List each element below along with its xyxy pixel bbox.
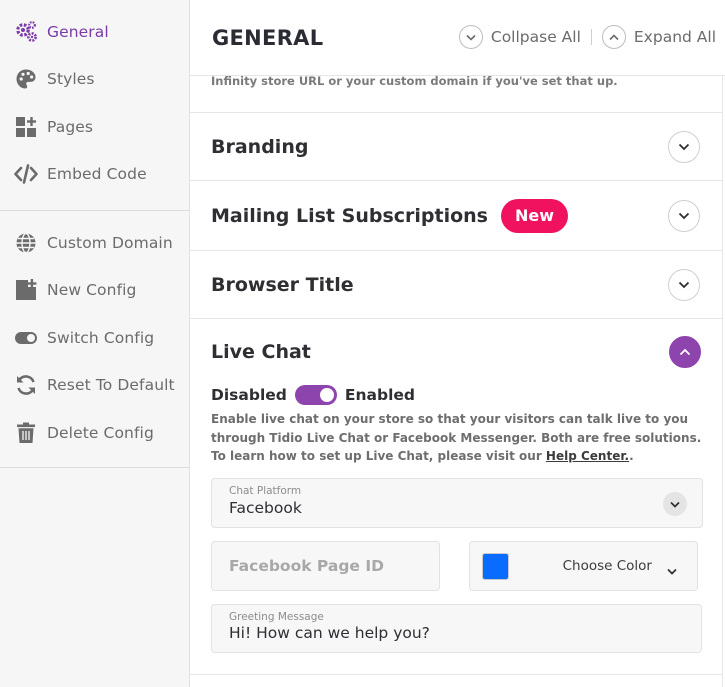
- sidebar-item-delete-config[interactable]: Delete Config: [0, 409, 189, 457]
- color-picker[interactable]: Choose Color: [469, 541, 698, 591]
- section-live-chat: Live Chat Disabled Enabled Enable live c…: [190, 319, 723, 653]
- chevron-down-icon: [678, 281, 690, 288]
- sidebar-item-label: Pages: [47, 117, 94, 136]
- collapse-all-button[interactable]: [458, 25, 483, 49]
- chevron-down-icon: [678, 143, 690, 150]
- sidebar-item-label: General: [47, 22, 109, 41]
- facebook-page-id-input[interactable]: Facebook Page ID: [211, 541, 440, 591]
- live-chat-description: Enable live chat on your store so that y…: [211, 410, 706, 466]
- sidebar-item-reset-to-default[interactable]: Reset To Default: [0, 362, 189, 410]
- section-title: Live Chat: [211, 341, 311, 363]
- collapse-all-label[interactable]: Collpase All: [491, 28, 581, 46]
- greeting-message-value: Hi! How can we help you?: [229, 624, 430, 642]
- greeting-message-input[interactable]: Greeting Message Hi! How can we help you…: [211, 604, 702, 653]
- sidebar-item-embed-code[interactable]: Embed Code: [0, 151, 189, 199]
- color-swatch[interactable]: [482, 553, 509, 580]
- settings-content: Infinity store URL or your custom domain…: [190, 76, 723, 687]
- gears-icon: [14, 20, 38, 44]
- new-config-icon: [14, 278, 38, 302]
- domain-help-text-line: Infinity store URL or your custom domain…: [211, 76, 618, 88]
- expand-mailing-list-button[interactable]: [668, 199, 700, 232]
- main-panel: GENERAL Collpase All Expand All Infinity…: [190, 0, 725, 687]
- sidebar-item-label: Styles: [47, 70, 95, 89]
- section-mailing-list[interactable]: Mailing List Subscriptions New: [190, 181, 722, 251]
- expand-all-label[interactable]: Expand All: [634, 28, 716, 46]
- section-branding[interactable]: Branding: [190, 113, 722, 181]
- section-divider: [190, 674, 723, 675]
- toggle-knob: [319, 388, 334, 402]
- choose-color-label: Choose Color: [562, 558, 652, 574]
- chevron-up-icon: [679, 348, 691, 356]
- expand-branding-button[interactable]: [668, 130, 700, 163]
- pages-grid-icon: [14, 115, 38, 139]
- sidebar-item-label: Delete Config: [47, 423, 154, 442]
- chat-platform-select[interactable]: Chat Platform Facebook: [211, 478, 703, 528]
- chat-platform-value: Facebook: [229, 499, 302, 517]
- chevron-down-icon: [466, 34, 476, 41]
- toggle-off-label: Disabled: [211, 386, 287, 404]
- sidebar-item-pages[interactable]: Pages: [0, 103, 189, 151]
- sidebar-item-switch-config[interactable]: Switch Config: [0, 314, 189, 362]
- live-chat-toggle-row: Disabled Enabled: [211, 384, 702, 406]
- sidebar-item-label: Reset To Default: [47, 376, 175, 395]
- live-chat-toggle[interactable]: [294, 385, 337, 405]
- section-title: Branding: [211, 135, 309, 158]
- expand-all-button[interactable]: [601, 25, 626, 49]
- sidebar-item-label: Embed Code: [47, 165, 147, 184]
- sidebar-item-new-config[interactable]: New Config: [0, 267, 189, 315]
- sidebar-item-label: Custom Domain: [47, 233, 173, 252]
- sidebar-group-primary: General Styles Pages Embed Code: [0, 0, 189, 211]
- collapse-live-chat-button[interactable]: [669, 336, 701, 368]
- help-center-link[interactable]: Help Center.: [546, 449, 629, 463]
- trash-icon: [14, 421, 38, 445]
- palette-icon: [14, 67, 38, 91]
- header-bar: GENERAL Collpase All Expand All: [190, 0, 725, 76]
- greeting-message-label: Greeting Message: [229, 611, 324, 623]
- live-chat-header[interactable]: Live Chat: [211, 319, 702, 385]
- sidebar-item-styles[interactable]: Styles: [0, 56, 189, 104]
- section-browser-title[interactable]: Browser Title: [190, 251, 722, 319]
- sidebar-item-custom-domain[interactable]: Custom Domain: [0, 219, 189, 267]
- description-end: .: [629, 449, 634, 463]
- sidebar-item-label: Switch Config: [47, 328, 155, 347]
- chat-platform-label: Chat Platform: [229, 485, 302, 497]
- dropdown-button[interactable]: [663, 492, 687, 516]
- sidebar-item-general[interactable]: General: [0, 8, 189, 56]
- globe-icon: [14, 231, 38, 255]
- chevron-down-icon: [667, 560, 677, 579]
- chevron-up-icon: [609, 33, 619, 40]
- expand-browser-title-button[interactable]: [668, 268, 700, 301]
- chevron-down-icon: [670, 501, 680, 508]
- domain-help-text: Infinity store URL or your custom domain…: [190, 76, 722, 113]
- sidebar-group-secondary: Custom Domain New Config Switch Config R…: [0, 211, 189, 468]
- chevron-down-icon: [678, 212, 690, 219]
- sidebar-item-label: New Config: [47, 281, 137, 300]
- header-divider: [590, 29, 592, 45]
- code-icon: [14, 162, 38, 186]
- facebook-page-id-placeholder: Facebook Page ID: [229, 557, 384, 575]
- page-title: GENERAL: [212, 25, 324, 50]
- header-actions: Collpase All Expand All: [458, 25, 716, 49]
- section-title: Mailing List Subscriptions: [211, 204, 488, 227]
- new-badge: New: [500, 198, 569, 233]
- sidebar: General Styles Pages Embed Code Custom D…: [0, 0, 190, 687]
- toggle-on-label: Enabled: [344, 386, 415, 404]
- toggle-icon: [14, 326, 38, 350]
- refresh-icon: [14, 373, 38, 397]
- section-title: Browser Title: [211, 273, 354, 296]
